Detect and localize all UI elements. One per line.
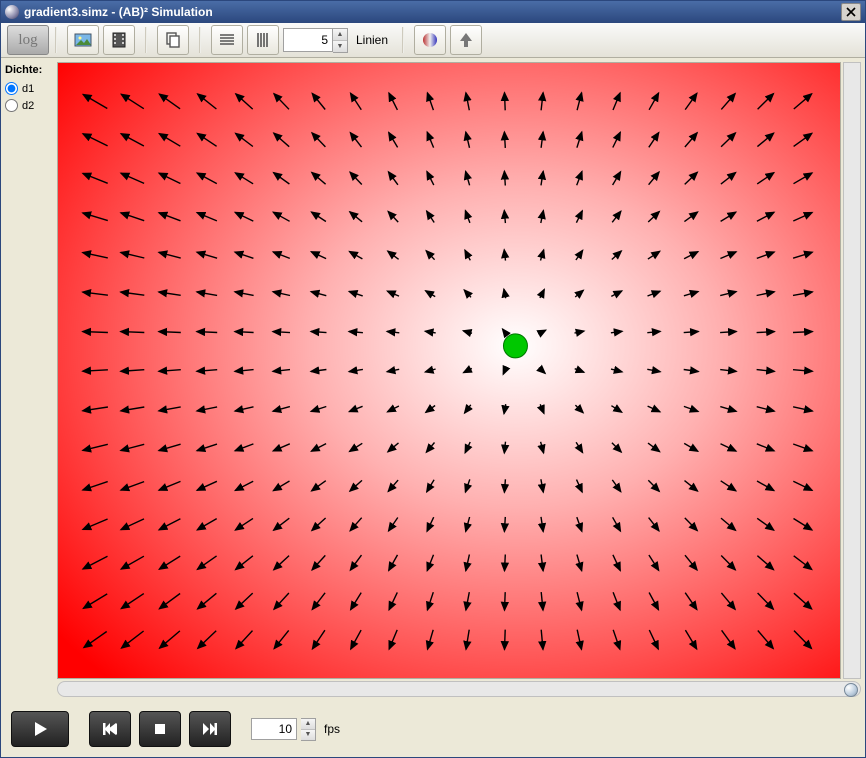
radio-d2[interactable]: d2 (5, 99, 53, 112)
time-slider-thumb[interactable] (844, 683, 858, 697)
playback-bar: ▲ ▼ fps (1, 701, 865, 757)
app-icon (5, 5, 19, 19)
close-button[interactable] (841, 3, 861, 21)
simulation-viewport[interactable] (57, 62, 841, 679)
radio-d1-label: d1 (22, 83, 34, 95)
density-header: Dichte: (5, 62, 53, 78)
radio-d1-input[interactable] (5, 82, 18, 95)
side-panel: Dichte: d1 d2 (5, 62, 53, 697)
play-button[interactable] (11, 711, 69, 747)
radio-d2-input[interactable] (5, 99, 18, 112)
fps-input[interactable] (251, 718, 297, 740)
lines-label: Linien (356, 33, 388, 47)
fps-spinner-up[interactable]: ▲ (301, 719, 315, 730)
fps-spinner-down[interactable]: ▼ (301, 730, 315, 740)
skip-start-button[interactable] (89, 711, 131, 747)
film-button[interactable] (103, 25, 135, 55)
hlines-button[interactable] (211, 25, 243, 55)
image-button[interactable] (67, 25, 99, 55)
fps-label: fps (324, 722, 340, 736)
lines-spinner-down[interactable]: ▼ (333, 41, 347, 52)
app-window: gradient3.simz - (AB)² Simulation log (0, 0, 866, 758)
time-slider[interactable] (57, 681, 861, 697)
radio-d2-label: d2 (22, 100, 34, 112)
window-title: gradient3.simz - (AB)² Simulation (24, 5, 213, 19)
log-button[interactable]: log (7, 25, 49, 55)
stop-button[interactable] (139, 711, 181, 747)
lines-spinner[interactable]: ▲ ▼ (283, 28, 348, 53)
up-arrow-button[interactable] (450, 25, 482, 55)
content-area: Dichte: d1 d2 (1, 58, 865, 701)
radio-d1[interactable]: d1 (5, 82, 53, 95)
copy-button[interactable] (157, 25, 189, 55)
vlines-button[interactable] (247, 25, 279, 55)
titlebar: gradient3.simz - (AB)² Simulation (1, 1, 865, 23)
lines-spinner-up[interactable]: ▲ (333, 29, 347, 41)
lines-input[interactable] (283, 28, 333, 52)
vertical-scrollbar[interactable] (843, 62, 861, 679)
toolbar: log ▲ (1, 23, 865, 58)
colormap-button[interactable] (414, 25, 446, 55)
vector-field-canvas (58, 63, 840, 678)
fps-control: ▲ ▼ fps (251, 718, 344, 741)
skip-end-button[interactable] (189, 711, 231, 747)
